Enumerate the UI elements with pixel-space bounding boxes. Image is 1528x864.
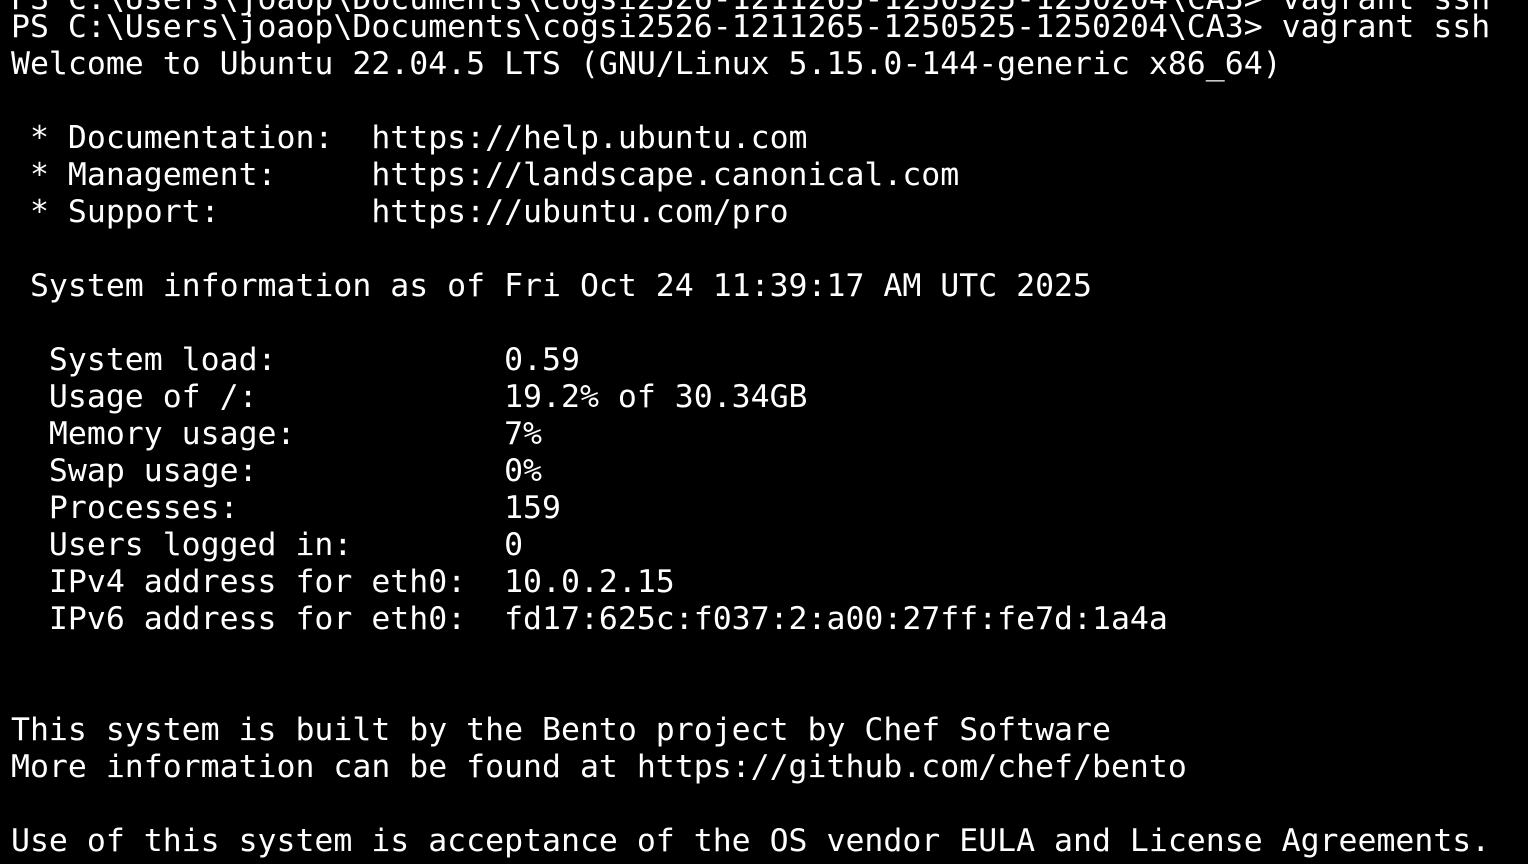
welcome-line: Welcome to Ubuntu 22.04.5 LTS (GNU/Linux… [11, 46, 1282, 82]
ipv4-address-line: IPv4 address for eth0: 10.0.2.15 [11, 564, 675, 600]
users-logged-in-line: Users logged in: 0 [11, 527, 524, 563]
memory-usage-line: Memory usage: 7% [11, 416, 543, 452]
terminal-window[interactable]: PS C:\Users\joaop\Documents\cogsi2526-12… [0, 0, 1528, 864]
bento-built-line: This system is built by the Bento projec… [11, 712, 1111, 748]
eula-line: Use of this system is acceptance of the … [11, 823, 1491, 859]
documentation-line: * Documentation: https://help.ubuntu.com [11, 120, 808, 156]
disk-usage-line: Usage of /: 19.2% of 30.34GB [11, 379, 808, 415]
ipv6-address-line: IPv6 address for eth0: fd17:625c:f037:2:… [11, 601, 1168, 637]
bento-info-line: More information can be found at https:/… [11, 749, 1187, 785]
prompt-command-line: PS C:\Users\joaop\Documents\cogsi2526-12… [11, 9, 1491, 45]
support-line: * Support: https://ubuntu.com/pro [11, 194, 789, 230]
system-information-line: System information as of Fri Oct 24 11:3… [11, 268, 1092, 304]
system-load-line: System load: 0.59 [11, 342, 580, 378]
swap-usage-line: Swap usage: 0% [11, 453, 543, 489]
processes-line: Processes: 159 [11, 490, 561, 526]
management-line: * Management: https://landscape.canonica… [11, 157, 960, 193]
